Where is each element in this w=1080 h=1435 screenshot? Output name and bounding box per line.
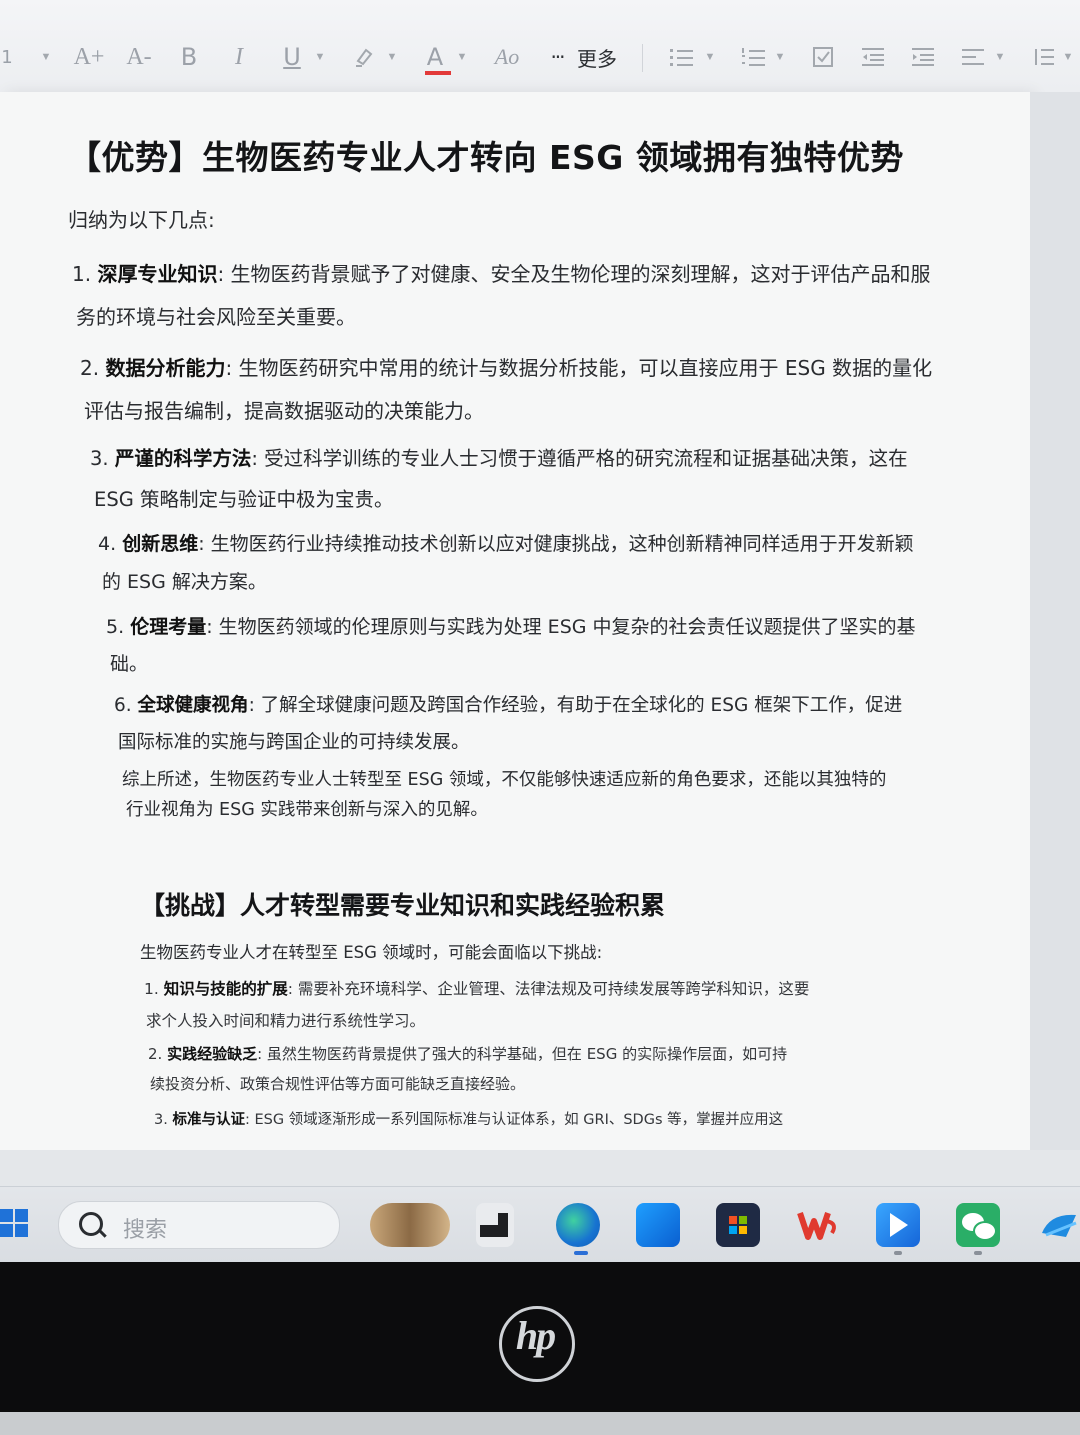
toolbar-divider [642,44,643,72]
summary-line-1: 综上所述，生物医药专业人士转型至 ESG 领域，不仅能够快速适应新的角色要求，还… [122,770,887,790]
increase-font-button[interactable]: A+ [74,40,105,74]
advantage-item-5: 5. 伦理考量: 生物医药领域的伦理原则与实践为处理 ESG 中复杂的社会责任议… [106,616,916,638]
font-color-label: A [426,43,444,71]
taskbar-search-box[interactable]: 搜索 [58,1201,340,1249]
wps-office-icon[interactable] [796,1203,840,1247]
more-button[interactable]: 更多 [576,40,618,74]
microsoft-store-icon[interactable] [716,1203,760,1247]
advantage-item-1: 1. 深厚专业知识: 生物医药背景赋予了对健康、安全及生物伦理的深刻理解，这对于… [72,262,931,286]
editor-toolbar: 1 ▼ A+ A- B I U ▼ ▼ A ▼ Ao ··· 更多 ▼ ▼ ▼ … [0,0,1080,93]
bold-button[interactable]: B [176,40,202,74]
summary-line-2: 行业视角为 ESG 实践带来创新与深入的见解。 [126,800,488,820]
challenge-item-2-cont: 续投资分析、政策合规性评估等方面可能缺乏直接经验。 [150,1075,526,1093]
wechat-icon[interactable] [956,1203,1000,1247]
blue-app-icon[interactable] [876,1203,920,1247]
font-size-dropdown-icon[interactable]: ▼ [40,40,52,74]
advantage-item-5-cont: 础。 [110,653,149,675]
advantage-item-3: 3. 严谨的科学方法: 受过科学训练的专业人士习惯于遵循严格的研究流程和证据基础… [90,447,908,470]
edge-active-indicator [574,1251,588,1255]
numbered-list-dropdown-icon[interactable]: ▼ [774,40,786,74]
line-spacing-icon[interactable] [1030,40,1056,74]
advantage-item-6: 6. 全球健康视角: 了解全球健康问题及跨国合作经验，有助于在全球化的 ESG … [114,695,903,716]
task-view-icon[interactable] [476,1203,514,1247]
document-title: 【优势】生物医药专业人才转向 ESG 领域拥有独特优势 [68,138,904,177]
advantage-item-2: 2. 数据分析能力: 生物医药研究中常用的统计与数据分析技能，可以直接应用于 E… [80,356,933,380]
clear-format-button[interactable]: Ao [492,40,522,74]
blue-app-indicator [894,1251,902,1255]
challenge-item-1-cont: 求个人投入时间和精力进行系统性学习。 [146,1012,426,1030]
challenge-item-3: 3. 标准与认证: ESG 领域逐渐形成一系列国际标准与认证体系，如 GRI、S… [154,1112,784,1128]
numbered-list-icon[interactable] [740,40,768,74]
search-icon [79,1212,103,1236]
line-spacing-dropdown-icon[interactable]: ▼ [1062,40,1074,74]
underline-button[interactable]: U [280,40,304,74]
search-placeholder: 搜索 [123,1218,168,1243]
document-bottom-area [0,1150,1080,1186]
outdent-icon[interactable] [860,40,886,74]
task-list-icon[interactable] [810,40,836,74]
highlight-dropdown-icon[interactable]: ▼ [386,40,398,74]
intro-text: 归纳为以下几点: [68,208,215,232]
italic-button[interactable]: I [228,40,250,74]
font-color-button[interactable]: A [422,40,451,75]
advantage-item-4-cont: 的 ESG 解决方案。 [102,571,267,593]
more-dots-icon[interactable]: ··· [542,40,572,74]
underline-dropdown-icon[interactable]: ▼ [314,40,326,74]
cloud-app-icon[interactable] [1036,1203,1080,1247]
advantage-item-1-cont: 务的环境与社会风险至关重要。 [76,305,356,329]
font-color-swatch [424,71,451,75]
font-color-dropdown-icon[interactable]: ▼ [456,40,468,74]
edge-browser-icon[interactable] [556,1203,600,1247]
indent-icon[interactable] [910,40,936,74]
advantage-item-4: 4. 创新思维: 生物医药行业持续推动技术创新以应对健康挑战，这种创新精神同样适… [98,533,914,555]
widgets-landmark-icon[interactable] [370,1203,450,1247]
font-size-value[interactable]: 1 [0,40,14,74]
advantage-item-6-cont: 国际标准的实施与跨国企业的可持续发展。 [118,732,470,753]
align-icon[interactable] [960,40,986,74]
advantage-item-2-cont: 评估与报告编制，提高数据驱动的决策能力。 [84,399,484,423]
challenge-item-1: 1. 知识与技能的扩展: 需要补充环境科学、企业管理、法律法规及可持续发展等跨学… [144,980,810,998]
decrease-font-button[interactable]: A- [124,40,154,74]
challenge-item-2: 2. 实践经验缺乏: 虽然生物医药背景提供了强大的科学基础，但在 ESG 的实际… [148,1045,788,1063]
hp-logo: hp [515,1313,556,1358]
advantage-item-3-cont: ESG 策略制定与验证中极为宝贵。 [94,488,394,511]
highlight-icon[interactable] [352,40,376,74]
desk-surface [0,1412,1080,1435]
document-gutter [1030,92,1080,1150]
wechat-indicator [974,1251,982,1255]
outlook-icon[interactable] [636,1203,680,1247]
taskbar: 搜索 [0,1186,1080,1263]
bullet-list-icon[interactable] [668,40,696,74]
start-button[interactable] [0,1209,30,1239]
align-dropdown-icon[interactable]: ▼ [994,40,1006,74]
section2-intro: 生物医药专业人才在转型至 ESG 领域时，可能会面临以下挑战: [140,943,603,962]
bullet-list-dropdown-icon[interactable]: ▼ [704,40,716,74]
section2-title: 【挑战】人才转型需要专业知识和实践经验积累 [140,891,666,920]
